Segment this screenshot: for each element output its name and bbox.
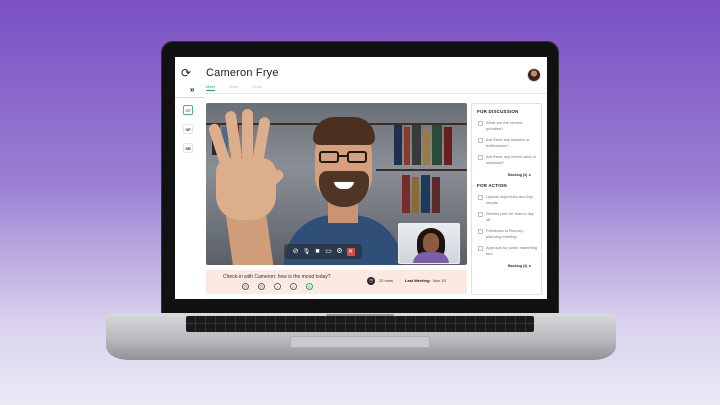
self-view-body — [413, 252, 449, 263]
end-call-icon[interactable]: ✕ — [346, 247, 355, 256]
checkbox[interactable] — [478, 154, 483, 160]
action-item-text: Update objectives and key results — [486, 194, 533, 205]
neutral-face-icon[interactable]: • — [274, 283, 281, 290]
tab-meet[interactable]: Meet — [206, 84, 215, 91]
last-meeting-label: Last Meeting: — [405, 278, 431, 283]
very-happy-face-icon[interactable]: ☺ — [306, 283, 313, 290]
glasses-right-lens — [347, 151, 367, 163]
checkbox[interactable] — [478, 211, 483, 217]
checkbox[interactable] — [478, 120, 483, 126]
user-avatar[interactable] — [527, 68, 541, 82]
sad-face-icon[interactable]: ☹ — [258, 283, 265, 290]
tab-work[interactable]: Work — [229, 84, 238, 91]
microphone-icon[interactable]: 🎙 — [303, 248, 311, 256]
discussion-item[interactable]: What are the current priorities? — [478, 120, 538, 131]
self-view-face — [423, 233, 439, 253]
video-call-main: ⊘ 🎙 ■ ▭ ⚙ ✕ — [206, 103, 467, 265]
action-item[interactable]: Update objectives and key results — [478, 194, 538, 205]
discussion-item[interactable]: Are there any recent wins or setbacks? — [478, 154, 538, 165]
expand-sidebar-icon[interactable]: » — [190, 85, 194, 94]
page-title: Cameron Frye — [206, 67, 279, 79]
laptop-trackpad — [290, 336, 430, 348]
sidebar-item-cf[interactable]: CF — [183, 105, 193, 115]
section-title-discussion: FOR DISCUSSION — [477, 109, 519, 114]
last-meeting-date: Nov 15 — [433, 278, 446, 283]
action-item-text: Review plan for team's day off — [486, 211, 534, 222]
tab-bar: Meet Work Grow — [206, 84, 262, 91]
sidebar-item-sr[interactable]: SR — [183, 143, 193, 153]
discussion-item-text: Are there any barriers or bottlenecks? — [486, 137, 530, 148]
tab-grow[interactable]: Grow — [252, 84, 262, 91]
bookshelf — [376, 169, 467, 171]
book — [423, 129, 430, 165]
book — [412, 177, 419, 213]
checkbox[interactable] — [478, 137, 483, 143]
very-sad-face-icon[interactable]: ☹ — [242, 283, 249, 290]
screen-share-off-icon[interactable]: ⊘ — [292, 248, 300, 256]
settings-icon[interactable]: ⚙ — [336, 248, 344, 256]
checkbox[interactable] — [478, 245, 483, 251]
book — [432, 177, 440, 213]
finger — [242, 109, 253, 161]
mood-checkin-bar: Check-in with Cameron: how is the mood t… — [206, 270, 467, 294]
checkbox[interactable] — [478, 228, 483, 234]
action-item[interactable]: Approval for junior marketing hire — [478, 245, 538, 256]
chat-icon[interactable]: ▭ — [325, 248, 333, 256]
discussion-item-text: What are the current priorities? — [486, 120, 523, 131]
tab-divider — [205, 93, 547, 94]
action-backlog-toggle[interactable]: Backlog (4) ⏶ — [508, 264, 531, 268]
book — [421, 175, 430, 213]
section-title-action: FOR ACTION — [477, 183, 507, 188]
action-item[interactable]: Feedback to Rooney - planning meeting — [478, 228, 538, 239]
sync-logo-icon[interactable]: ⟳ — [181, 66, 191, 80]
laptop-keyboard-row — [186, 323, 534, 324]
action-item-text: Approval for junior marketing hire — [486, 245, 538, 256]
discussion-item-text: Are there any recent wins or setbacks? — [486, 154, 537, 165]
laptop-keyboard — [186, 316, 534, 332]
book — [394, 125, 402, 165]
call-controls: ⊘ 🎙 ■ ▭ ⚙ ✕ — [284, 244, 362, 259]
sidebar-divider — [175, 97, 205, 98]
book — [412, 125, 421, 165]
meeting-timer: 22 mins — [379, 278, 394, 283]
checkin-prompt: Check-in with Cameron: how is the mood t… — [223, 274, 331, 280]
discussion-item[interactable]: Are there any barriers or bottlenecks? — [478, 137, 538, 148]
sidebar-item-sp[interactable]: SP — [183, 124, 193, 134]
stopwatch-icon: ◷ — [367, 277, 375, 285]
camera-icon[interactable]: ■ — [314, 248, 322, 256]
discussion-backlog-toggle[interactable]: Backlog (4) ⏶ — [508, 173, 531, 177]
agenda-panel: FOR DISCUSSION What are the current prio… — [471, 103, 542, 295]
action-item-text: Feedback to Rooney - planning meeting — [486, 228, 526, 239]
action-item[interactable]: Review plan for team's day off — [478, 211, 538, 222]
happy-face-icon[interactable]: ☺ — [290, 283, 297, 290]
book — [402, 175, 410, 213]
checkbox[interactable] — [478, 194, 483, 200]
self-view-video[interactable] — [398, 223, 460, 264]
book — [432, 125, 442, 165]
book — [404, 127, 410, 165]
glasses-bridge — [339, 155, 347, 157]
mood-options: ☹ ☹ • ☺ ☺ — [242, 283, 313, 290]
book — [444, 127, 452, 165]
glasses-left-lens — [319, 151, 339, 163]
laptop-screen: ⟳ » CF SP SR Cameron Frye Meet Work Grow — [175, 57, 547, 299]
participant-hair — [313, 117, 375, 145]
